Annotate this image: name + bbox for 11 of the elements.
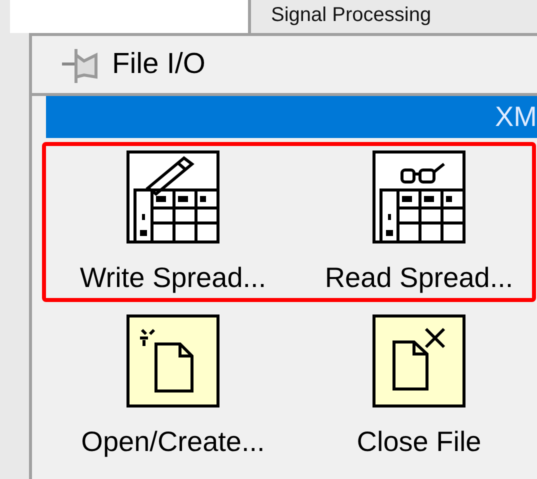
close-file-icon[interactable] (372, 314, 466, 408)
palette-item-label[interactable]: Close File (356, 426, 482, 458)
glasses-spreadsheet-icon[interactable] (372, 150, 466, 244)
palette-item-label[interactable]: Read Spread... (324, 262, 514, 294)
palette-title: File I/O (112, 48, 206, 81)
pen-spreadsheet-icon[interactable] (126, 150, 220, 244)
palette-tab[interactable]: Signal Processing (251, 0, 432, 33)
category-bar[interactable]: XM (46, 96, 537, 138)
palette-item-label[interactable]: Write Spread... (80, 262, 266, 294)
new-file-icon[interactable] (126, 314, 220, 408)
palette-item-label[interactable]: Open/Create... (81, 426, 265, 458)
